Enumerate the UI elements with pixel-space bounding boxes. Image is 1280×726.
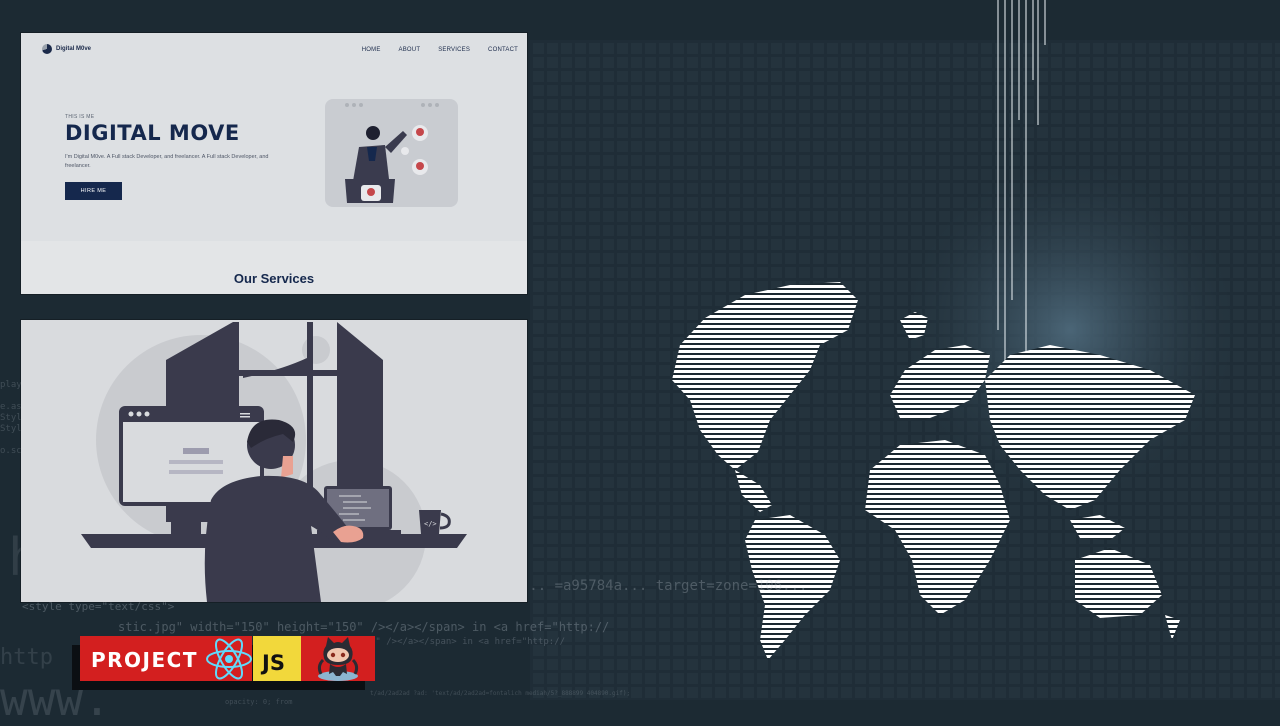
- hero-title: DIGITAL MOVE: [65, 121, 240, 145]
- website-preview-illustration: </>: [21, 320, 527, 602]
- site-logo[interactable]: Digital M0ve: [42, 44, 91, 54]
- github-octocat-icon: [317, 637, 359, 681]
- project-label: PROJECT: [91, 648, 198, 672]
- logo-icon: [42, 44, 52, 54]
- hero-description: I'm Digital M0ve. A Full stack Developer…: [65, 154, 269, 169]
- services-heading: Our Services: [233, 271, 315, 286]
- hire-me-button[interactable]: HIRE ME: [65, 182, 122, 200]
- website-preview-hero: Digital M0ve HOME ABOUT SERVICES CONTACT…: [21, 33, 527, 294]
- js-label: JS: [262, 651, 285, 675]
- nav-home[interactable]: HOME: [362, 47, 381, 53]
- logo-text: Digital M0ve: [56, 46, 92, 52]
- react-icon: [206, 638, 252, 680]
- hero-illustration: [325, 99, 458, 207]
- svg-text:</>: </>: [424, 520, 437, 528]
- site-nav: HOME ABOUT SERVICES CONTACT: [362, 47, 518, 53]
- services-section: [21, 241, 527, 294]
- nav-services[interactable]: SERVICES: [438, 47, 470, 53]
- nav-about[interactable]: ABOUT: [399, 47, 421, 53]
- hero-eyebrow: THIS IS ME: [65, 114, 95, 120]
- developer-illustration: </>: [21, 320, 527, 602]
- nav-contact[interactable]: CONTACT: [488, 47, 518, 53]
